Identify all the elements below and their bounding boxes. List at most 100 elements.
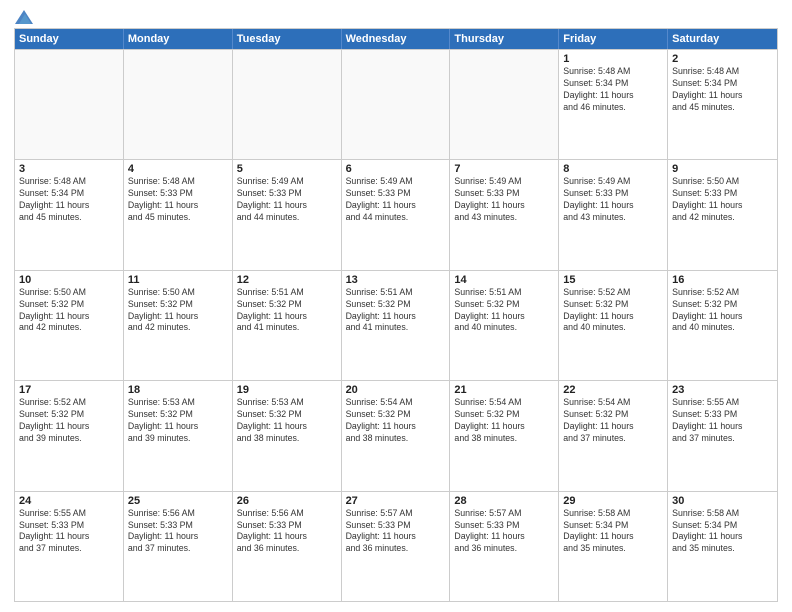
cal-cell-4-2: 18Sunrise: 5:53 AM Sunset: 5:32 PM Dayli… [124, 381, 233, 490]
cal-cell-3-1: 10Sunrise: 5:50 AM Sunset: 5:32 PM Dayli… [15, 271, 124, 380]
day-info: Sunrise: 5:52 AM Sunset: 5:32 PM Dayligh… [19, 397, 119, 445]
day-number: 21 [454, 384, 554, 396]
cal-cell-4-1: 17Sunrise: 5:52 AM Sunset: 5:32 PM Dayli… [15, 381, 124, 490]
day-number: 4 [128, 163, 228, 175]
calendar-row-5: 24Sunrise: 5:55 AM Sunset: 5:33 PM Dayli… [15, 491, 777, 601]
cal-cell-2-3: 5Sunrise: 5:49 AM Sunset: 5:33 PM Daylig… [233, 160, 342, 269]
day-info: Sunrise: 5:54 AM Sunset: 5:32 PM Dayligh… [454, 397, 554, 445]
cal-cell-5-5: 28Sunrise: 5:57 AM Sunset: 5:33 PM Dayli… [450, 492, 559, 601]
cal-cell-4-4: 20Sunrise: 5:54 AM Sunset: 5:32 PM Dayli… [342, 381, 451, 490]
day-info: Sunrise: 5:53 AM Sunset: 5:32 PM Dayligh… [237, 397, 337, 445]
weekday-header-sunday: Sunday [15, 29, 124, 49]
day-number: 17 [19, 384, 119, 396]
day-info: Sunrise: 5:58 AM Sunset: 5:34 PM Dayligh… [563, 508, 663, 556]
cal-cell-1-3 [233, 50, 342, 159]
day-number: 29 [563, 495, 663, 507]
cal-cell-1-6: 1Sunrise: 5:48 AM Sunset: 5:34 PM Daylig… [559, 50, 668, 159]
cal-cell-4-3: 19Sunrise: 5:53 AM Sunset: 5:32 PM Dayli… [233, 381, 342, 490]
day-info: Sunrise: 5:51 AM Sunset: 5:32 PM Dayligh… [237, 287, 337, 335]
cal-cell-5-6: 29Sunrise: 5:58 AM Sunset: 5:34 PM Dayli… [559, 492, 668, 601]
day-info: Sunrise: 5:52 AM Sunset: 5:32 PM Dayligh… [672, 287, 773, 335]
day-info: Sunrise: 5:48 AM Sunset: 5:33 PM Dayligh… [128, 176, 228, 224]
cal-cell-1-2 [124, 50, 233, 159]
weekday-header-friday: Friday [559, 29, 668, 49]
day-number: 25 [128, 495, 228, 507]
cal-cell-5-3: 26Sunrise: 5:56 AM Sunset: 5:33 PM Dayli… [233, 492, 342, 601]
cal-cell-5-4: 27Sunrise: 5:57 AM Sunset: 5:33 PM Dayli… [342, 492, 451, 601]
cal-cell-3-2: 11Sunrise: 5:50 AM Sunset: 5:32 PM Dayli… [124, 271, 233, 380]
day-info: Sunrise: 5:54 AM Sunset: 5:32 PM Dayligh… [563, 397, 663, 445]
day-info: Sunrise: 5:50 AM Sunset: 5:33 PM Dayligh… [672, 176, 773, 224]
calendar-header: SundayMondayTuesdayWednesdayThursdayFrid… [15, 29, 777, 49]
day-info: Sunrise: 5:58 AM Sunset: 5:34 PM Dayligh… [672, 508, 773, 556]
day-number: 23 [672, 384, 773, 396]
logo-icon [15, 10, 33, 26]
day-info: Sunrise: 5:48 AM Sunset: 5:34 PM Dayligh… [19, 176, 119, 224]
calendar-body: 1 Sunrise: 5:48 AM Sunset: 5:34 PM Daylig… [15, 49, 777, 601]
weekday-header-monday: Monday [124, 29, 233, 49]
calendar-row-1: 1 Sunrise: 5:48 AM Sunset: 5:34 PM Daylig… [15, 49, 777, 159]
weekday-header-wednesday: Wednesday [342, 29, 451, 49]
calendar-row-4: 17Sunrise: 5:52 AM Sunset: 5:32 PM Dayli… [15, 380, 777, 490]
day-info: Sunrise: 5:49 AM Sunset: 5:33 PM Dayligh… [454, 176, 554, 224]
day-number: 26 [237, 495, 337, 507]
weekday-header-saturday: Saturday [668, 29, 777, 49]
day-number: 27 [346, 495, 446, 507]
page: SundayMondayTuesdayWednesdayThursdayFrid… [0, 0, 792, 612]
day-info: Sunrise: 5:56 AM Sunset: 5:33 PM Dayligh… [128, 508, 228, 556]
day-number: 19 [237, 384, 337, 396]
cal-cell-1-5 [450, 50, 559, 159]
cal-cell-2-7: 9Sunrise: 5:50 AM Sunset: 5:33 PM Daylig… [668, 160, 777, 269]
day-number: 28 [454, 495, 554, 507]
day-number: 30 [672, 495, 773, 507]
day-number: 7 [454, 163, 554, 175]
day-info: Sunrise: 5:56 AM Sunset: 5:33 PM Dayligh… [237, 508, 337, 556]
day-number: 15 [563, 274, 663, 286]
day-info: Sunrise: 5:53 AM Sunset: 5:32 PM Dayligh… [128, 397, 228, 445]
logo [14, 10, 33, 22]
weekday-header-thursday: Thursday [450, 29, 559, 49]
day-number: 1 [563, 53, 663, 65]
day-number: 12 [237, 274, 337, 286]
day-number: 6 [346, 163, 446, 175]
cal-cell-2-5: 7Sunrise: 5:49 AM Sunset: 5:33 PM Daylig… [450, 160, 559, 269]
day-number: 5 [237, 163, 337, 175]
day-info: Sunrise: 5:57 AM Sunset: 5:33 PM Dayligh… [454, 508, 554, 556]
cal-cell-2-2: 4Sunrise: 5:48 AM Sunset: 5:33 PM Daylig… [124, 160, 233, 269]
header [14, 10, 778, 22]
day-info: Sunrise: 5:55 AM Sunset: 5:33 PM Dayligh… [19, 508, 119, 556]
cal-cell-3-3: 12Sunrise: 5:51 AM Sunset: 5:32 PM Dayli… [233, 271, 342, 380]
day-info: Sunrise: 5:51 AM Sunset: 5:32 PM Dayligh… [454, 287, 554, 335]
day-info: Sunrise: 5:50 AM Sunset: 5:32 PM Dayligh… [19, 287, 119, 335]
cal-cell-4-5: 21Sunrise: 5:54 AM Sunset: 5:32 PM Dayli… [450, 381, 559, 490]
day-info: Sunrise: 5:50 AM Sunset: 5:32 PM Dayligh… [128, 287, 228, 335]
weekday-header-tuesday: Tuesday [233, 29, 342, 49]
cal-cell-3-4: 13Sunrise: 5:51 AM Sunset: 5:32 PM Dayli… [342, 271, 451, 380]
day-number: 20 [346, 384, 446, 396]
day-info: Sunrise: 5:49 AM Sunset: 5:33 PM Dayligh… [237, 176, 337, 224]
day-number: 2 [672, 53, 773, 65]
day-number: 13 [346, 274, 446, 286]
day-number: 8 [563, 163, 663, 175]
day-info: Sunrise: 5:49 AM Sunset: 5:33 PM Dayligh… [563, 176, 663, 224]
day-info: Sunrise: 5:52 AM Sunset: 5:32 PM Dayligh… [563, 287, 663, 335]
cal-cell-1-1 [15, 50, 124, 159]
day-number: 3 [19, 163, 119, 175]
cal-cell-5-1: 24Sunrise: 5:55 AM Sunset: 5:33 PM Dayli… [15, 492, 124, 601]
calendar-row-3: 10Sunrise: 5:50 AM Sunset: 5:32 PM Dayli… [15, 270, 777, 380]
day-info: Sunrise: 5:48 AM Sunset: 5:34 PM Dayligh… [672, 66, 773, 114]
cal-cell-3-5: 14Sunrise: 5:51 AM Sunset: 5:32 PM Dayli… [450, 271, 559, 380]
cal-cell-5-7: 30Sunrise: 5:58 AM Sunset: 5:34 PM Dayli… [668, 492, 777, 601]
cal-cell-2-6: 8Sunrise: 5:49 AM Sunset: 5:33 PM Daylig… [559, 160, 668, 269]
cal-cell-1-4 [342, 50, 451, 159]
cal-cell-4-6: 22Sunrise: 5:54 AM Sunset: 5:32 PM Dayli… [559, 381, 668, 490]
day-number: 10 [19, 274, 119, 286]
cal-cell-3-7: 16Sunrise: 5:52 AM Sunset: 5:32 PM Dayli… [668, 271, 777, 380]
day-number: 22 [563, 384, 663, 396]
day-info: Sunrise: 5:54 AM Sunset: 5:32 PM Dayligh… [346, 397, 446, 445]
day-number: 16 [672, 274, 773, 286]
cal-cell-5-2: 25Sunrise: 5:56 AM Sunset: 5:33 PM Dayli… [124, 492, 233, 601]
cal-cell-1-7: 2Sunrise: 5:48 AM Sunset: 5:34 PM Daylig… [668, 50, 777, 159]
cal-cell-3-6: 15Sunrise: 5:52 AM Sunset: 5:32 PM Dayli… [559, 271, 668, 380]
day-info: Sunrise: 5:55 AM Sunset: 5:33 PM Dayligh… [672, 397, 773, 445]
